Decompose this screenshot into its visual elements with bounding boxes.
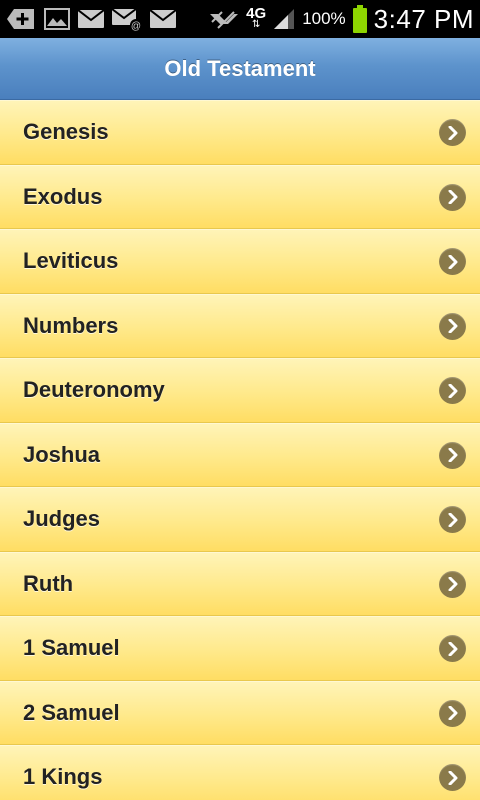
chevron-right-icon xyxy=(439,506,466,534)
list-item-label: Genesis xyxy=(23,119,109,145)
page-title: Old Testament xyxy=(164,55,316,81)
list-item-joshua[interactable]: Joshua xyxy=(0,422,480,487)
chevron-right-icon xyxy=(439,183,466,211)
list-item-label: Leviticus xyxy=(23,248,119,274)
chevron-right-icon xyxy=(439,119,466,147)
list-item-label: 1 Kings xyxy=(23,764,103,790)
list-item-label: 2 Samuel xyxy=(23,699,120,725)
list-item-label: Exodus xyxy=(23,183,103,209)
chevron-right-icon xyxy=(439,570,466,598)
signal-strength-icon xyxy=(272,7,296,31)
status-bar: @ 4G ⇅ 100% 3:47 PM xyxy=(0,0,480,38)
battery-icon xyxy=(352,5,368,33)
battery-percent: 100% xyxy=(302,9,346,28)
list-item-judges[interactable]: Judges xyxy=(0,487,480,552)
clock: 3:47 PM xyxy=(373,3,474,34)
list-item-label: Ruth xyxy=(23,570,74,596)
mail-icon xyxy=(150,10,176,28)
book-list: Genesis Exodus Leviticus Numbers Deutero… xyxy=(0,100,480,800)
svg-text:@: @ xyxy=(131,21,141,31)
list-item-2-samuel[interactable]: 2 Samuel xyxy=(0,680,480,745)
chevron-right-icon xyxy=(439,764,466,792)
notification-icons: @ xyxy=(6,6,176,32)
list-item-label: 1 Samuel xyxy=(23,635,120,661)
list-item-label: Judges xyxy=(23,506,101,532)
list-item-numbers[interactable]: Numbers xyxy=(0,293,480,358)
list-item-deuteronomy[interactable]: Deuteronomy xyxy=(0,358,480,423)
page-header: Old Testament xyxy=(0,38,480,100)
mail-icon xyxy=(78,10,104,28)
add-icon xyxy=(6,8,36,30)
list-item-ruth[interactable]: Ruth xyxy=(0,551,480,616)
chevron-right-icon xyxy=(439,699,466,727)
data-arrows-icon: ⇅ xyxy=(251,19,261,30)
list-item-1-kings[interactable]: 1 Kings xyxy=(0,745,480,800)
list-item-leviticus[interactable]: Leviticus xyxy=(0,229,480,294)
signal-muted-icon xyxy=(208,8,240,30)
chevron-right-icon xyxy=(439,312,466,340)
list-item-1-samuel[interactable]: 1 Samuel xyxy=(0,616,480,681)
list-item-exodus[interactable]: Exodus xyxy=(0,164,480,229)
list-item-genesis[interactable]: Genesis xyxy=(0,100,480,165)
network-indicator: 4G ⇅ xyxy=(246,5,267,30)
network-type: 4G xyxy=(246,5,267,22)
chevron-right-icon xyxy=(439,248,466,276)
system-icons: 4G ⇅ 100% 3:47 PM xyxy=(208,0,474,38)
list-item-label: Joshua xyxy=(23,441,101,467)
chevron-right-icon xyxy=(439,377,466,405)
image-icon xyxy=(44,8,70,30)
chevron-right-icon xyxy=(439,635,466,663)
mail-at-icon: @ xyxy=(112,7,142,31)
list-item-label: Numbers xyxy=(23,312,119,338)
chevron-right-icon xyxy=(439,441,466,469)
list-item-label: Deuteronomy xyxy=(23,377,165,403)
